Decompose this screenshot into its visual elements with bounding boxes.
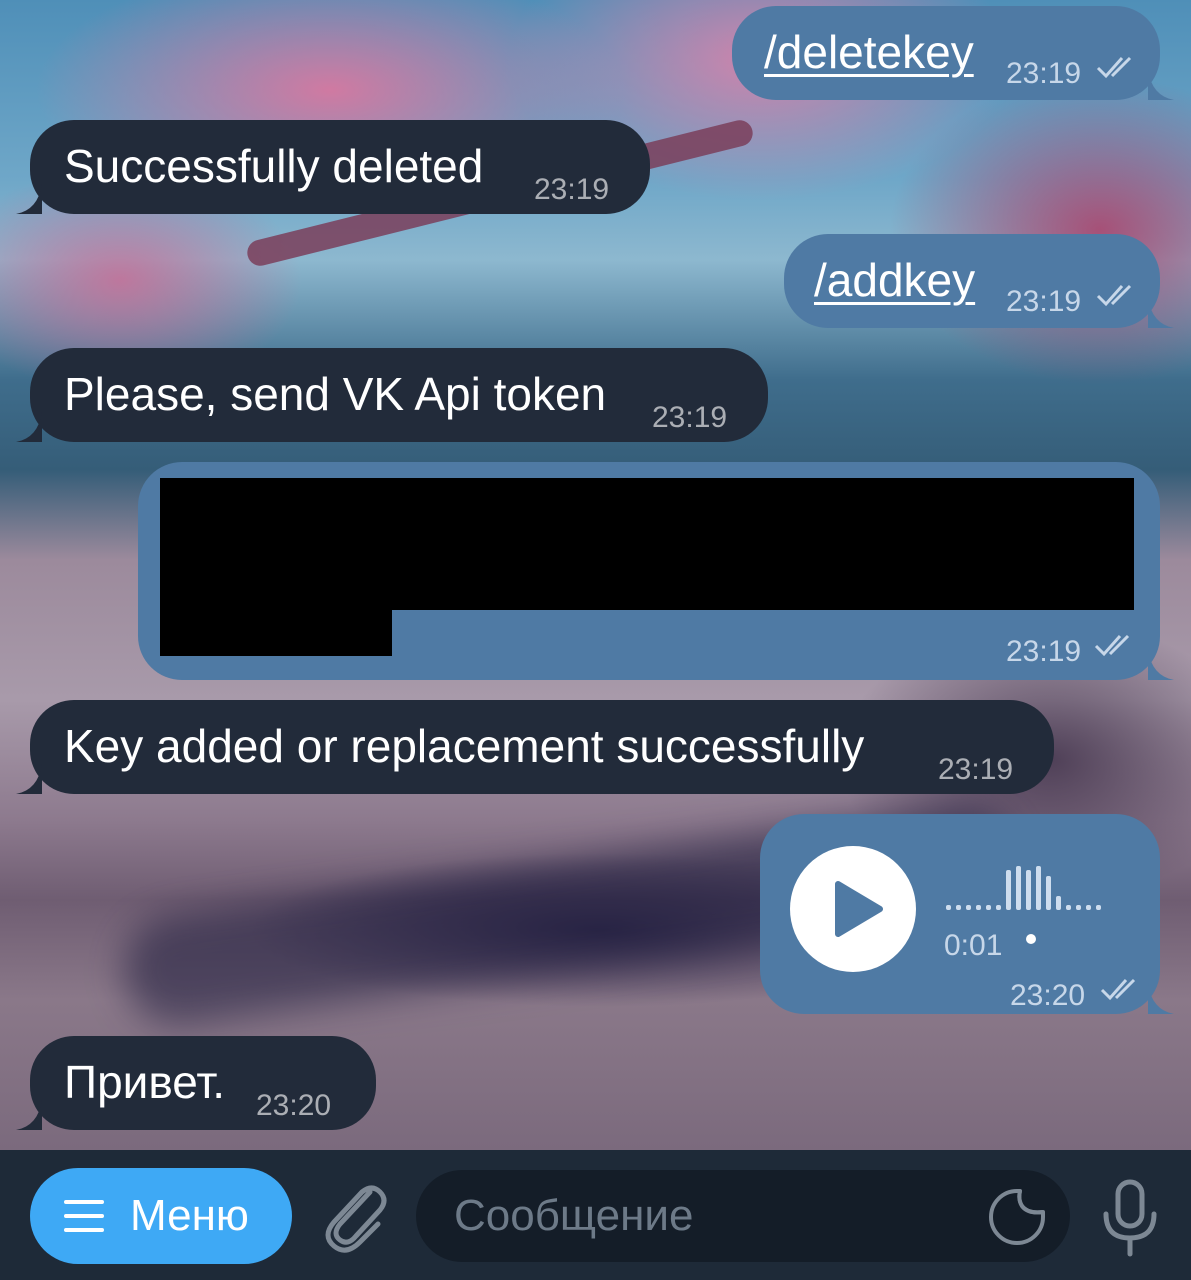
message-text: Please, send VK Api token xyxy=(64,368,607,420)
message-time: 23:19 xyxy=(652,401,728,434)
chat-screen: /deletekey 23:19 Successfully deleted 23… xyxy=(0,0,1191,1280)
burger-menu-icon xyxy=(64,1200,104,1232)
play-button[interactable] xyxy=(790,846,916,972)
message-outgoing[interactable]: /deletekey 23:19 xyxy=(732,6,1160,100)
message-time: 23:19 xyxy=(1006,285,1082,318)
menu-button-label: Меню xyxy=(130,1191,249,1240)
bubble-tail xyxy=(16,184,42,214)
message-time: 23:19 xyxy=(1006,635,1082,668)
message-outgoing[interactable]: /addkey 23:19 xyxy=(784,234,1160,328)
menu-button[interactable]: Меню xyxy=(30,1168,292,1264)
message-time: 23:20 xyxy=(1010,979,1086,1012)
message-input[interactable] xyxy=(416,1170,1070,1262)
double-check-icon xyxy=(1096,284,1132,307)
message-time: 23:19 xyxy=(1006,57,1082,90)
command-link[interactable]: /deletekey xyxy=(764,24,974,80)
message-outgoing-redacted[interactable]: 23:19 xyxy=(138,462,1160,680)
message-incoming[interactable]: Successfully deleted 23:19 xyxy=(30,120,650,214)
message-text: Successfully deleted xyxy=(64,140,484,192)
message-incoming[interactable]: Please, send VK Api token 23:19 xyxy=(30,348,768,442)
microphone-icon[interactable] xyxy=(1098,1178,1162,1258)
bubble-tail xyxy=(16,412,42,442)
double-check-icon xyxy=(1100,978,1136,1001)
message-time: 23:19 xyxy=(534,173,610,206)
unplayed-dot xyxy=(1026,934,1036,944)
double-check-icon xyxy=(1096,56,1132,79)
command-link[interactable]: /addkey xyxy=(814,252,975,308)
sticker-icon[interactable] xyxy=(988,1188,1046,1246)
redacted-block xyxy=(160,478,1134,610)
message-incoming[interactable]: Key added or replacement successfully 23… xyxy=(30,700,1054,794)
bubble-tail xyxy=(16,764,42,794)
message-time: 23:19 xyxy=(938,753,1014,786)
double-check-icon xyxy=(1094,634,1130,657)
message-time: 23:20 xyxy=(256,1089,332,1122)
bubble-tail xyxy=(16,1100,42,1130)
message-outgoing-voice[interactable]: 0:01 23:20 xyxy=(760,814,1160,1014)
bubble-tail xyxy=(1148,70,1174,100)
voice-waveform[interactable] xyxy=(946,866,1101,910)
bubble-tail xyxy=(1148,298,1174,328)
paperclip-icon[interactable] xyxy=(320,1178,390,1254)
bubble-tail xyxy=(1148,984,1174,1014)
voice-duration: 0:01 xyxy=(944,929,1003,962)
play-icon xyxy=(835,881,883,937)
message-text: Key added or replacement successfully xyxy=(64,720,865,772)
message-composer-bar: Меню xyxy=(0,1150,1191,1280)
message-text: Привет. xyxy=(64,1056,226,1108)
bubble-tail xyxy=(1148,650,1174,680)
message-incoming[interactable]: Привет. 23:20 xyxy=(30,1036,376,1130)
redacted-block xyxy=(160,608,392,656)
